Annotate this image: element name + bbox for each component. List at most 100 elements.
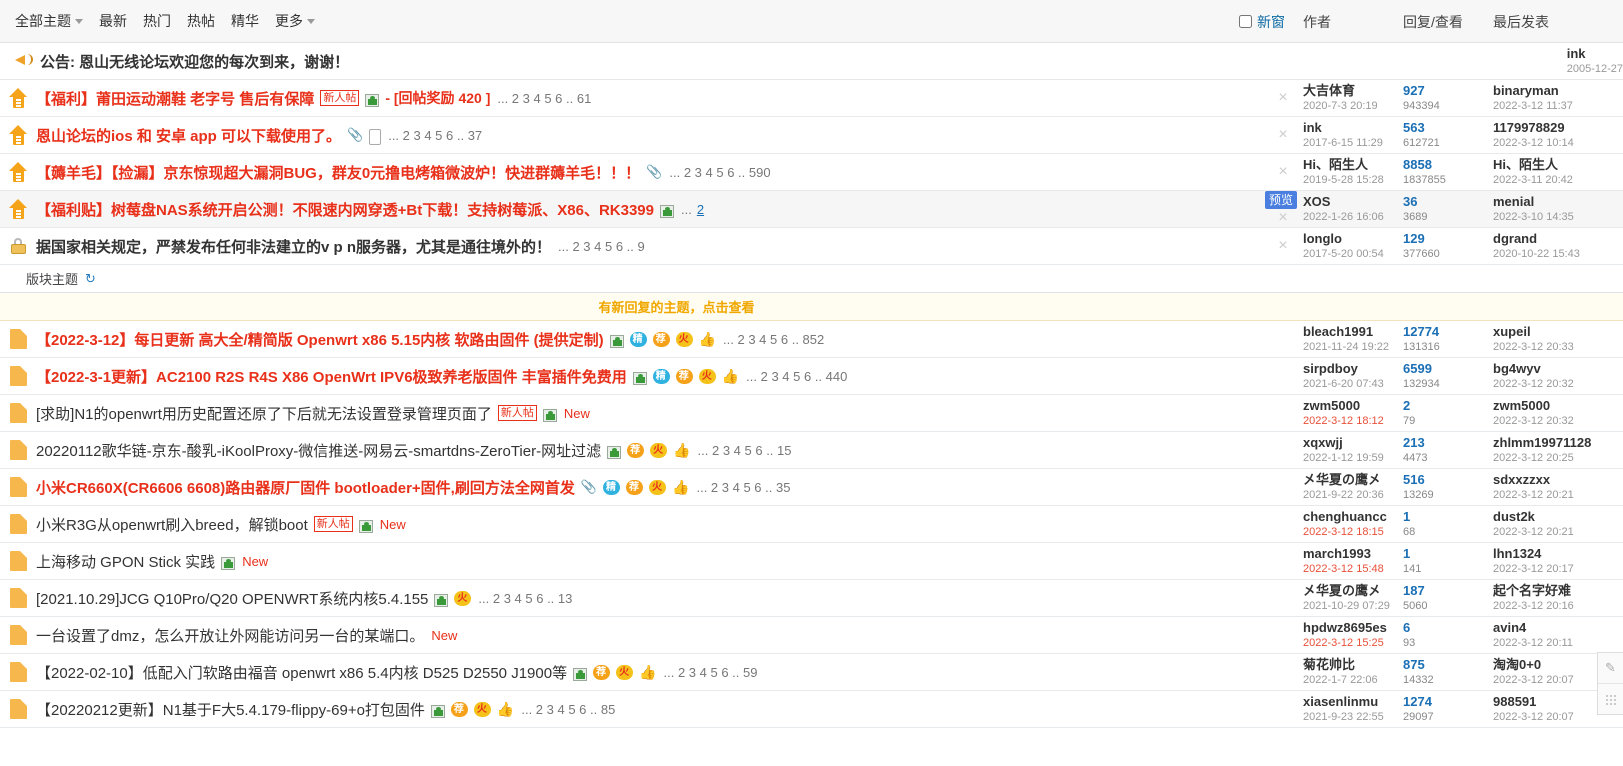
dismiss-sticky-cell[interactable]: × [1263,163,1303,181]
close-icon[interactable]: × [1278,237,1287,254]
announcement-row[interactable]: 公告: 恩山无线论坛欢迎您的每次到来，谢谢！ ink 2005-12-27 [0,43,1623,80]
reply-count[interactable]: 563 [1403,121,1493,135]
thread-title-cell[interactable]: [2021.10.29]JCG Q10Pro/Q20 OPENWRT系统内核5.… [36,588,1263,609]
preview-button[interactable]: 预览 [1265,191,1297,209]
thread-title-cell[interactable]: 【2022-3-12】每日更新 高大全/精简版 Openwrt x86 5.15… [36,329,1263,350]
last-post-date[interactable]: 2022-3-12 20:33 [1493,341,1623,354]
thread-row[interactable]: 小米CR660X(CR6606 6608)路由器原厂固件 bootloader+… [0,469,1623,506]
page-links[interactable]: ... 2 3 4 5 6 .. 35 [696,480,790,495]
refresh-icon[interactable]: ↻ [85,271,96,287]
last-post-date[interactable]: 2022-3-12 11:37 [1493,100,1623,113]
thread-title-cell[interactable]: 20220112歌华链-京东-酸乳-iKoolProxy-微信推送-网易云-sm… [36,440,1263,461]
author-name[interactable]: 㐅华夏の鹰㐅 [1303,473,1403,487]
author-name[interactable]: march1993 [1303,547,1403,561]
reply-count[interactable]: 516 [1403,473,1493,487]
thread-title-cell[interactable]: 【薅羊毛】【捡漏】京东惊现超大漏洞BUG，群友0元撸电烤箱微波炉！快进群薅羊毛！… [36,162,1263,183]
thread-title-link[interactable]: 【2022-3-12】每日更新 高大全/精简版 Openwrt x86 5.15… [36,329,604,350]
last-poster-name[interactable]: xupeil [1493,325,1623,339]
thread-title-cell[interactable]: 上海移动 GPON Stick 实践New [36,551,1263,572]
thread-title-link[interactable]: 据国家相关规定，严禁发布任何非法建立的v p n服务器，尤其是通往境外的！ [36,236,551,257]
author-name[interactable]: Hi、陌生人 [1303,158,1403,172]
thread-title-cell[interactable]: 【福利贴】树莓盘NAS系统开启公测！不限速内网穿透+Bt下载！支持树莓派、X86… [36,199,1263,220]
dismiss-sticky-cell[interactable]: × [1263,89,1303,107]
close-icon[interactable]: × [1278,163,1287,180]
last-poster-name[interactable]: lhn1324 [1493,547,1623,561]
reply-count[interactable]: 36 [1403,195,1493,209]
thread-title-cell[interactable]: 小米CR660X(CR6606 6608)路由器原厂固件 bootloader+… [36,477,1263,498]
page-links[interactable]: ... 2 3 4 5 6 .. 9 [558,239,645,254]
reply-count[interactable]: 927 [1403,84,1493,98]
close-icon[interactable]: × [1278,89,1287,106]
thread-row[interactable]: [2021.10.29]JCG Q10Pro/Q20 OPENWRT系统内核5.… [0,580,1623,617]
page-links[interactable]: ... 2 3 4 5 6 .. 61 [497,91,591,106]
last-post-date[interactable]: 2022-3-11 20:42 [1493,174,1623,187]
thread-title-link[interactable]: 【2022-02-10】低配入门软路由福音 openwrt x86 5.4内核 … [36,662,567,683]
thread-title-cell[interactable]: 一台设置了dmz，怎么开放让外网能访问另一台的某端口。New [36,625,1263,646]
reply-count[interactable]: 1 [1403,547,1493,561]
side-pencil-icon[interactable]: ✎ [1598,653,1623,684]
thread-row[interactable]: 20220112歌华链-京东-酸乳-iKoolProxy-微信推送-网易云-sm… [0,432,1623,469]
sticky-thread-row[interactable]: 恩山论坛的ios 和 安卓 app 可以下载使用了。📎... 2 3 4 5 6… [0,117,1623,154]
last-poster-name[interactable]: bg4wyv [1493,362,1623,376]
thread-title-cell[interactable]: 【2022-02-10】低配入门软路由福音 openwrt x86 5.4内核 … [36,662,1263,683]
page-links[interactable]: ... 2 3 4 5 6 .. 15 [698,443,792,458]
thread-title-link[interactable]: 【福利】莆田运动潮鞋 老字号 售后有保障 [36,88,314,109]
filter-item-hot[interactable]: 热门 [136,9,178,33]
thread-row[interactable]: 小米R3G从openwrt刷入breed，解锁boot新人帖Newchenghu… [0,506,1623,543]
dismiss-sticky-cell[interactable]: × [1263,237,1303,255]
author-name[interactable]: zwm5000 [1303,399,1403,413]
filter-item-digest[interactable]: 精华 [224,9,266,33]
reply-count[interactable]: 875 [1403,658,1493,672]
thread-row[interactable]: 一台设置了dmz，怎么开放让外网能访问另一台的某端口。New hpdwz8695e… [0,617,1623,654]
author-name[interactable]: xqxwjj [1303,436,1403,450]
thread-row[interactable]: [求助]N1的openwrt用历史配置还原了下后就无法设置登录管理页面了新人帖N… [0,395,1623,432]
thread-title-link[interactable]: 【福利贴】树莓盘NAS系统开启公测！不限速内网穿透+Bt下载！支持树莓派、X86… [36,199,654,220]
reply-count[interactable]: 6 [1403,621,1493,635]
thread-title-link[interactable]: 小米R3G从openwrt刷入breed，解锁boot [36,514,308,535]
side-grip-icon[interactable] [1598,684,1623,714]
dismiss-sticky-cell[interactable]: × [1263,126,1303,144]
last-post-date[interactable]: 2022-3-12 20:25 [1493,452,1623,465]
page-links[interactable]: ... 2 3 4 5 6 .. 59 [664,665,758,680]
announcement-author-name[interactable]: ink [1567,47,1623,61]
filter-item-hotpost[interactable]: 热帖 [180,9,222,33]
last-poster-name[interactable]: avin4 [1493,621,1623,635]
last-post-date[interactable]: 2022-3-12 20:21 [1493,526,1623,539]
close-icon[interactable]: × [1278,126,1287,143]
thread-title-link[interactable]: 一台设置了dmz，怎么开放让外网能访问另一台的某端口。 [36,625,424,646]
last-post-date[interactable]: 2022-3-12 20:17 [1493,563,1623,576]
announcement-text[interactable]: 公告: 恩山无线论坛欢迎您的每次到来，谢谢！ [40,51,349,72]
last-poster-name[interactable]: binaryman [1493,84,1623,98]
author-name[interactable]: hpdwz8695es [1303,621,1403,635]
page-link[interactable]: 2 [697,202,704,217]
last-post-date[interactable]: 2022-3-12 10:14 [1493,137,1623,150]
last-post-date[interactable]: 2022-3-12 20:32 [1493,378,1623,391]
author-name[interactable]: 菊花帅比 [1303,658,1403,672]
thread-title-link[interactable]: 小米CR660X(CR6606 6608)路由器原厂固件 bootloader+… [36,477,575,498]
last-poster-name[interactable]: sdxxzzxx [1493,473,1623,487]
new-reply-notice[interactable]: 有新回复的主题，点击查看 [0,293,1623,321]
reply-count[interactable]: 8858 [1403,158,1493,172]
sticky-thread-row[interactable]: 【薅羊毛】【捡漏】京东惊现超大漏洞BUG，群友0元撸电烤箱微波炉！快进群薅羊毛！… [0,154,1623,191]
last-poster-name[interactable]: dgrand [1493,232,1623,246]
author-name[interactable]: longlo [1303,232,1403,246]
dismiss-sticky-cell[interactable]: 预览× [1263,191,1303,227]
reply-count[interactable]: 129 [1403,232,1493,246]
page-links[interactable]: ... 2 3 4 5 6 .. 440 [746,369,847,384]
author-name[interactable]: 大吉体育 [1303,84,1403,98]
author-name[interactable]: sirpdboy [1303,362,1403,376]
last-poster-name[interactable]: zhlmm19971128 [1493,436,1623,450]
author-name[interactable]: chenghuancc [1303,510,1403,524]
thread-title-cell[interactable]: 据国家相关规定，严禁发布任何非法建立的v p n服务器，尤其是通往境外的！...… [36,236,1263,257]
author-name[interactable]: ink [1303,121,1403,135]
last-post-date[interactable]: 2022-3-12 20:21 [1493,489,1623,502]
reply-count[interactable]: 2 [1403,399,1493,413]
last-poster-name[interactable]: 1179978829 [1493,121,1623,135]
last-post-date[interactable]: 2022-3-12 20:32 [1493,415,1623,428]
newwin-checkbox[interactable] [1239,15,1252,28]
thread-title-link[interactable]: 恩山论坛的ios 和 安卓 app 可以下载使用了。 [36,125,341,146]
thread-row[interactable]: 【20220212更新】N1基于F大5.4.179-flippy-69+o打包固… [0,691,1623,728]
thread-title-link[interactable]: 【薅羊毛】【捡漏】京东惊现超大漏洞BUG，群友0元撸电烤箱微波炉！快进群薅羊毛！… [36,162,640,183]
sticky-thread-row[interactable]: 【福利】莆田运动潮鞋 老字号 售后有保障新人帖- [回帖奖励 420 ]... … [0,80,1623,117]
last-poster-name[interactable]: Hi、陌生人 [1493,158,1623,172]
